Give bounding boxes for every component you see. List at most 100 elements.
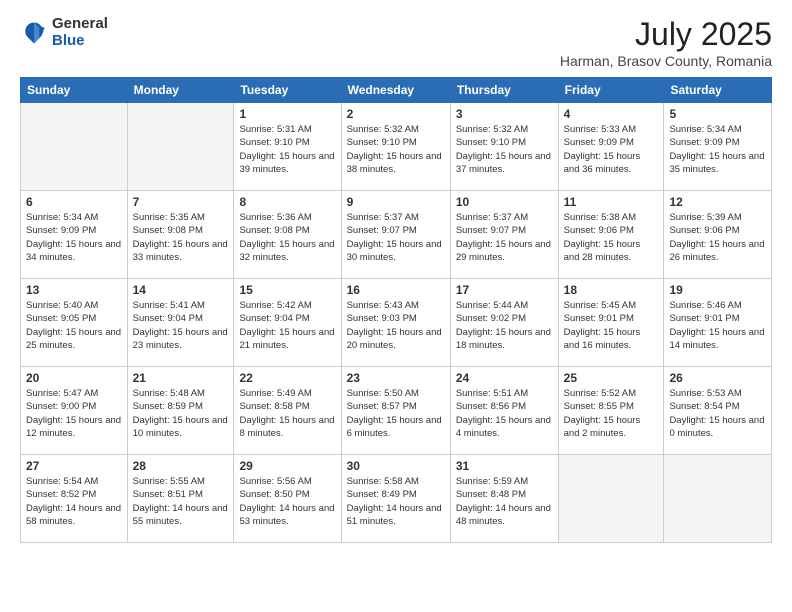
calendar-cell xyxy=(21,103,128,191)
day-number: 10 xyxy=(456,195,553,209)
calendar-cell: 18Sunrise: 5:45 AM Sunset: 9:01 PM Dayli… xyxy=(558,279,664,367)
day-info: Sunrise: 5:54 AM Sunset: 8:52 PM Dayligh… xyxy=(26,475,122,528)
day-info: Sunrise: 5:52 AM Sunset: 8:55 PM Dayligh… xyxy=(564,387,659,440)
calendar-title: July 2025 xyxy=(560,16,772,53)
calendar-cell: 22 Sunrise: 5:49 AM Sunset: 8:58 PM Dayli… xyxy=(234,367,341,455)
day-number: 1 xyxy=(239,107,335,121)
day-info: Sunrise: 5:39 AM Sunset: 9:06 PM Dayligh… xyxy=(669,211,766,264)
day-of-week-header: Tuesday xyxy=(234,78,341,103)
day-number: 27 xyxy=(26,459,122,473)
day-number: 26 xyxy=(669,371,766,385)
day-of-week-header: Sunday xyxy=(21,78,128,103)
day-info: Sunrise: 5:38 AM Sunset: 9:06 PM Dayligh… xyxy=(564,211,659,264)
logo-icon xyxy=(20,19,48,47)
logo-blue: Blue xyxy=(52,32,85,49)
calendar-cell xyxy=(558,455,664,543)
day-info: Sunrise: 5:40 AM Sunset: 9:05 PM Dayligh… xyxy=(26,299,122,352)
day-info: Sunrise: 5:50 AM Sunset: 8:57 PM Dayligh… xyxy=(347,387,445,440)
header: General Blue July 2025 Harman, Brasov Co… xyxy=(20,16,772,69)
day-number: 8 xyxy=(239,195,335,209)
day-of-week-header: Wednesday xyxy=(341,78,450,103)
calendar-table: SundayMondayTuesdayWednesdayThursdayFrid… xyxy=(20,77,772,543)
day-info: Sunrise: 5:56 AM Sunset: 8:50 PM Dayligh… xyxy=(239,475,335,528)
day-number: 28 xyxy=(133,459,229,473)
day-number: 9 xyxy=(347,195,445,209)
calendar-cell: 14 Sunrise: 5:41 AM Sunset: 9:04 PM Dayli… xyxy=(127,279,234,367)
calendar-cell: 29 Sunrise: 5:56 AM Sunset: 8:50 PM Dayli… xyxy=(234,455,341,543)
logo-general: General xyxy=(52,15,108,32)
day-of-week-header: Friday xyxy=(558,78,664,103)
calendar-header-row: SundayMondayTuesdayWednesdayThursdayFrid… xyxy=(21,78,772,103)
calendar-cell: 1 Sunrise: 5:31 AM Sunset: 9:10 PM Daylig… xyxy=(234,103,341,191)
calendar-cell: 10 Sunrise: 5:37 AM Sunset: 9:07 PM Dayli… xyxy=(450,191,558,279)
day-info: Sunrise: 5:55 AM Sunset: 8:51 PM Dayligh… xyxy=(133,475,229,528)
calendar-week-row: 13 Sunrise: 5:40 AM Sunset: 9:05 PM Dayli… xyxy=(21,279,772,367)
day-info: Sunrise: 5:58 AM Sunset: 8:49 PM Dayligh… xyxy=(347,475,445,528)
calendar-cell xyxy=(127,103,234,191)
calendar-cell: 5 Sunrise: 5:34 AM Sunset: 9:09 PM Daylig… xyxy=(664,103,772,191)
calendar-cell: 26 Sunrise: 5:53 AM Sunset: 8:54 PM Dayli… xyxy=(664,367,772,455)
calendar-cell: 4 Sunrise: 5:33 AM Sunset: 9:09 PM Daylig… xyxy=(558,103,664,191)
day-number: 17 xyxy=(456,283,553,297)
calendar-cell: 2 Sunrise: 5:32 AM Sunset: 9:10 PM Daylig… xyxy=(341,103,450,191)
calendar-cell: 25 Sunrise: 5:52 AM Sunset: 8:55 PM Dayli… xyxy=(558,367,664,455)
day-info: Sunrise: 5:33 AM Sunset: 9:09 PM Dayligh… xyxy=(564,123,659,176)
calendar-week-row: 20 Sunrise: 5:47 AM Sunset: 9:00 PM Dayli… xyxy=(21,367,772,455)
calendar-cell: 27 Sunrise: 5:54 AM Sunset: 8:52 PM Dayli… xyxy=(21,455,128,543)
calendar-cell: 28 Sunrise: 5:55 AM Sunset: 8:51 PM Dayli… xyxy=(127,455,234,543)
day-number: 24 xyxy=(456,371,553,385)
calendar-cell: 24 Sunrise: 5:51 AM Sunset: 8:56 PM Dayli… xyxy=(450,367,558,455)
day-number: 22 xyxy=(239,371,335,385)
day-number: 19 xyxy=(669,283,766,297)
day-info: Sunrise: 5:37 AM Sunset: 9:07 PM Dayligh… xyxy=(456,211,553,264)
calendar-cell: 17 Sunrise: 5:44 AM Sunset: 9:02 PM Dayli… xyxy=(450,279,558,367)
day-number: 13 xyxy=(26,283,122,297)
calendar-cell: 8Sunrise: 5:36 AM Sunset: 9:08 PM Daylig… xyxy=(234,191,341,279)
day-number: 6 xyxy=(26,195,122,209)
day-info: Sunrise: 5:51 AM Sunset: 8:56 PM Dayligh… xyxy=(456,387,553,440)
day-number: 14 xyxy=(133,283,229,297)
day-number: 12 xyxy=(669,195,766,209)
calendar-cell: 12 Sunrise: 5:39 AM Sunset: 9:06 PM Dayli… xyxy=(664,191,772,279)
day-info: Sunrise: 5:59 AM Sunset: 8:48 PM Dayligh… xyxy=(456,475,553,528)
day-info: Sunrise: 5:32 AM Sunset: 9:10 PM Dayligh… xyxy=(347,123,445,176)
day-info: Sunrise: 5:31 AM Sunset: 9:10 PM Dayligh… xyxy=(239,123,335,176)
day-info: Sunrise: 5:44 AM Sunset: 9:02 PM Dayligh… xyxy=(456,299,553,352)
day-info: Sunrise: 5:48 AM Sunset: 8:59 PM Dayligh… xyxy=(133,387,229,440)
calendar-week-row: 1 Sunrise: 5:31 AM Sunset: 9:10 PM Daylig… xyxy=(21,103,772,191)
day-info: Sunrise: 5:32 AM Sunset: 9:10 PM Dayligh… xyxy=(456,123,553,176)
day-number: 23 xyxy=(347,371,445,385)
day-info: Sunrise: 5:41 AM Sunset: 9:04 PM Dayligh… xyxy=(133,299,229,352)
day-number: 25 xyxy=(564,371,659,385)
day-number: 20 xyxy=(26,371,122,385)
day-number: 31 xyxy=(456,459,553,473)
calendar-cell: 13 Sunrise: 5:40 AM Sunset: 9:05 PM Dayli… xyxy=(21,279,128,367)
calendar-cell: 23 Sunrise: 5:50 AM Sunset: 8:57 PM Dayli… xyxy=(341,367,450,455)
day-info: Sunrise: 5:42 AM Sunset: 9:04 PM Dayligh… xyxy=(239,299,335,352)
day-info: Sunrise: 5:34 AM Sunset: 9:09 PM Dayligh… xyxy=(669,123,766,176)
day-info: Sunrise: 5:49 AM Sunset: 8:58 PM Dayligh… xyxy=(239,387,335,440)
calendar-cell: 21 Sunrise: 5:48 AM Sunset: 8:59 PM Dayli… xyxy=(127,367,234,455)
calendar-cell: 9Sunrise: 5:37 AM Sunset: 9:07 PM Daylig… xyxy=(341,191,450,279)
day-number: 29 xyxy=(239,459,335,473)
day-info: Sunrise: 5:47 AM Sunset: 9:00 PM Dayligh… xyxy=(26,387,122,440)
day-info: Sunrise: 5:43 AM Sunset: 9:03 PM Dayligh… xyxy=(347,299,445,352)
day-number: 7 xyxy=(133,195,229,209)
title-block: July 2025 Harman, Brasov County, Romania xyxy=(560,16,772,69)
day-of-week-header: Thursday xyxy=(450,78,558,103)
day-info: Sunrise: 5:53 AM Sunset: 8:54 PM Dayligh… xyxy=(669,387,766,440)
calendar-subtitle: Harman, Brasov County, Romania xyxy=(560,53,772,69)
day-number: 15 xyxy=(239,283,335,297)
calendar-cell: 11Sunrise: 5:38 AM Sunset: 9:06 PM Dayli… xyxy=(558,191,664,279)
calendar-cell: 15 Sunrise: 5:42 AM Sunset: 9:04 PM Dayli… xyxy=(234,279,341,367)
calendar-cell: 19Sunrise: 5:46 AM Sunset: 9:01 PM Dayli… xyxy=(664,279,772,367)
day-number: 5 xyxy=(669,107,766,121)
day-number: 3 xyxy=(456,107,553,121)
day-number: 2 xyxy=(347,107,445,121)
calendar-cell: 6Sunrise: 5:34 AM Sunset: 9:09 PM Daylig… xyxy=(21,191,128,279)
day-number: 4 xyxy=(564,107,659,121)
calendar-week-row: 27 Sunrise: 5:54 AM Sunset: 8:52 PM Dayli… xyxy=(21,455,772,543)
logo-text: General Blue xyxy=(52,16,108,49)
calendar-cell: 20 Sunrise: 5:47 AM Sunset: 9:00 PM Dayli… xyxy=(21,367,128,455)
day-number: 21 xyxy=(133,371,229,385)
